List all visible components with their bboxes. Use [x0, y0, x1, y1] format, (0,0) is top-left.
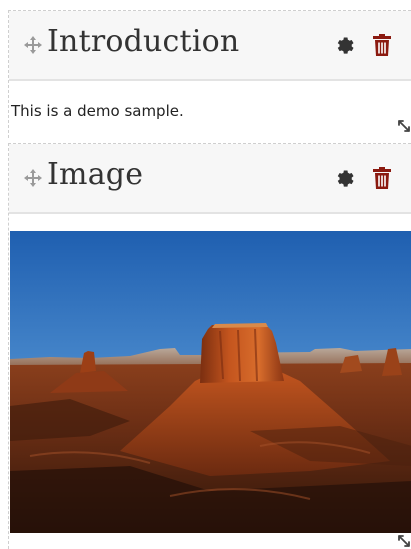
gear-icon[interactable]	[333, 34, 355, 56]
trash-icon[interactable]	[373, 34, 391, 56]
trash-icon[interactable]	[373, 167, 391, 189]
image-widget: Image	[8, 143, 411, 549]
resize-handle-icon[interactable]	[397, 119, 411, 133]
image-widget-header: Image	[9, 144, 411, 214]
move-arrows-icon[interactable]	[23, 35, 43, 55]
move-arrows-icon[interactable]	[23, 168, 43, 188]
introduction-body-text: This is a demo sample.	[11, 102, 184, 120]
resize-handle-icon[interactable]	[397, 534, 411, 548]
introduction-widget: Introduction This is a demo sample.	[8, 10, 411, 138]
desert-landscape-image	[10, 231, 411, 533]
introduction-widget-header: Introduction	[9, 11, 411, 81]
gear-icon[interactable]	[333, 167, 355, 189]
widget-title-introduction: Introduction	[47, 24, 240, 59]
widget-title-image: Image	[47, 157, 144, 192]
